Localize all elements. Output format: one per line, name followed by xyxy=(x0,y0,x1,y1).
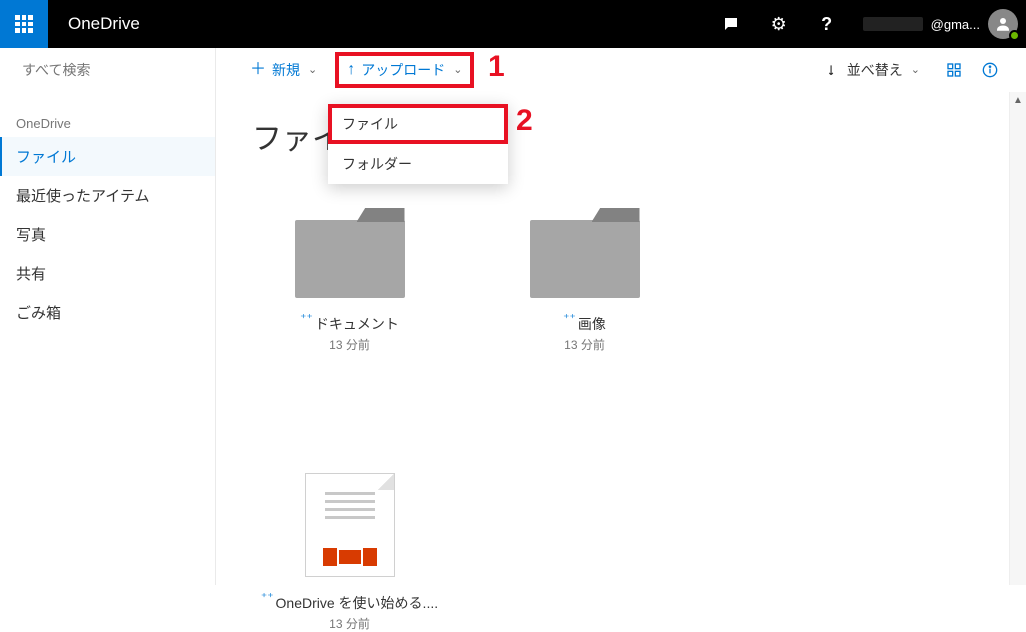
left-column: OneDrive ファイル 最近使ったアイテム 写真 共有 ごみ箱 xyxy=(0,48,216,585)
tile-time: 13 分前 xyxy=(329,615,370,632)
info-button[interactable] xyxy=(974,54,1006,86)
upload-menu-file[interactable]: ファイル xyxy=(328,104,508,144)
chat-button[interactable] xyxy=(707,0,755,48)
plus-icon: ＋ xyxy=(250,62,266,78)
sort-icon xyxy=(827,63,841,77)
folder-tile[interactable]: ⁺⁺画像 13 分前 xyxy=(487,208,682,353)
new-indicator-icon: ⁺⁺ xyxy=(563,314,576,325)
upload-icon: ↑ xyxy=(347,62,355,78)
nav-item-files[interactable]: ファイル xyxy=(0,137,215,176)
settings-button[interactable]: ⚙ xyxy=(755,0,803,48)
scroll-up-icon[interactable]: ▲ xyxy=(1010,92,1026,109)
sort-label: 並べ替え xyxy=(847,60,903,80)
nav-root-label[interactable]: OneDrive xyxy=(0,110,215,137)
upload-label: アップロード xyxy=(361,60,445,80)
file-grid: ⁺⁺ドキュメント 13 分前 ⁺⁺画像 13 分前 ⁺⁺OneDrive を使い… xyxy=(216,158,1026,632)
gear-icon: ⚙ xyxy=(771,14,787,35)
chevron-down-icon: ⌄ xyxy=(911,63,920,76)
tile-time: 13 分前 xyxy=(329,336,370,353)
tile-name: 画像 xyxy=(578,314,606,334)
tile-name: ドキュメント xyxy=(315,314,399,334)
tile-name: OneDrive を使い始める.... xyxy=(276,593,439,613)
upload-menu: ファイル フォルダー xyxy=(328,104,508,184)
tile-time: 13 分前 xyxy=(564,336,605,353)
document-icon xyxy=(305,473,395,577)
upload-button[interactable]: ↑ アップロード ⌄ xyxy=(335,52,474,88)
search-input[interactable] xyxy=(22,62,203,78)
new-label: 新規 xyxy=(272,60,300,80)
tiles-icon xyxy=(946,62,962,78)
upload-menu-folder[interactable]: フォルダー xyxy=(328,144,508,184)
person-icon xyxy=(994,15,1012,33)
new-indicator-icon: ⁺⁺ xyxy=(261,593,274,604)
nav-item-recycle[interactable]: ごみ箱 xyxy=(0,293,215,332)
account-name-redacted xyxy=(863,17,923,31)
command-bar: ＋ 新規 ⌄ ↑ アップロード ⌄ 並べ替え ⌄ xyxy=(216,48,1026,92)
chevron-down-icon: ⌄ xyxy=(308,63,317,76)
question-icon: ? xyxy=(821,14,832,35)
top-header: OneDrive ⚙ ? @gma... xyxy=(0,0,1026,48)
app-launcher-button[interactable] xyxy=(0,0,48,48)
chevron-down-icon: ⌄ xyxy=(453,63,462,76)
folder-tile[interactable]: ⁺⁺ドキュメント 13 分前 xyxy=(252,208,447,353)
nav-item-photos[interactable]: 写真 xyxy=(0,215,215,254)
new-indicator-icon: ⁺⁺ xyxy=(300,314,313,325)
folder-icon xyxy=(290,208,410,298)
presence-dot xyxy=(1009,30,1020,41)
sort-button[interactable]: 並べ替え ⌄ xyxy=(813,50,934,90)
brand-label: OneDrive xyxy=(68,14,140,34)
callout-2: 2 xyxy=(516,104,533,138)
nav-item-recent[interactable]: 最近使ったアイテム xyxy=(0,176,215,215)
search-box[interactable] xyxy=(0,48,215,92)
account-menu[interactable]: @gma... xyxy=(851,0,1026,48)
folder-icon xyxy=(525,208,645,298)
help-button[interactable]: ? xyxy=(803,0,851,48)
chat-icon xyxy=(722,15,740,33)
scrollbar[interactable]: ▲ xyxy=(1009,92,1026,585)
callout-1: 1 xyxy=(488,50,505,84)
nav-item-shared[interactable]: 共有 xyxy=(0,254,215,293)
main-area: ＋ 新規 ⌄ ↑ アップロード ⌄ 並べ替え ⌄ 1 xyxy=(216,48,1026,585)
account-email-label: @gma... xyxy=(931,17,980,32)
file-tile[interactable]: ⁺⁺OneDrive を使い始める.... 13 分前 xyxy=(252,473,447,632)
avatar xyxy=(988,9,1018,39)
view-tiles-button[interactable] xyxy=(938,54,970,86)
waffle-icon xyxy=(15,15,33,33)
new-button[interactable]: ＋ 新規 ⌄ xyxy=(236,50,331,90)
info-icon xyxy=(982,62,998,78)
